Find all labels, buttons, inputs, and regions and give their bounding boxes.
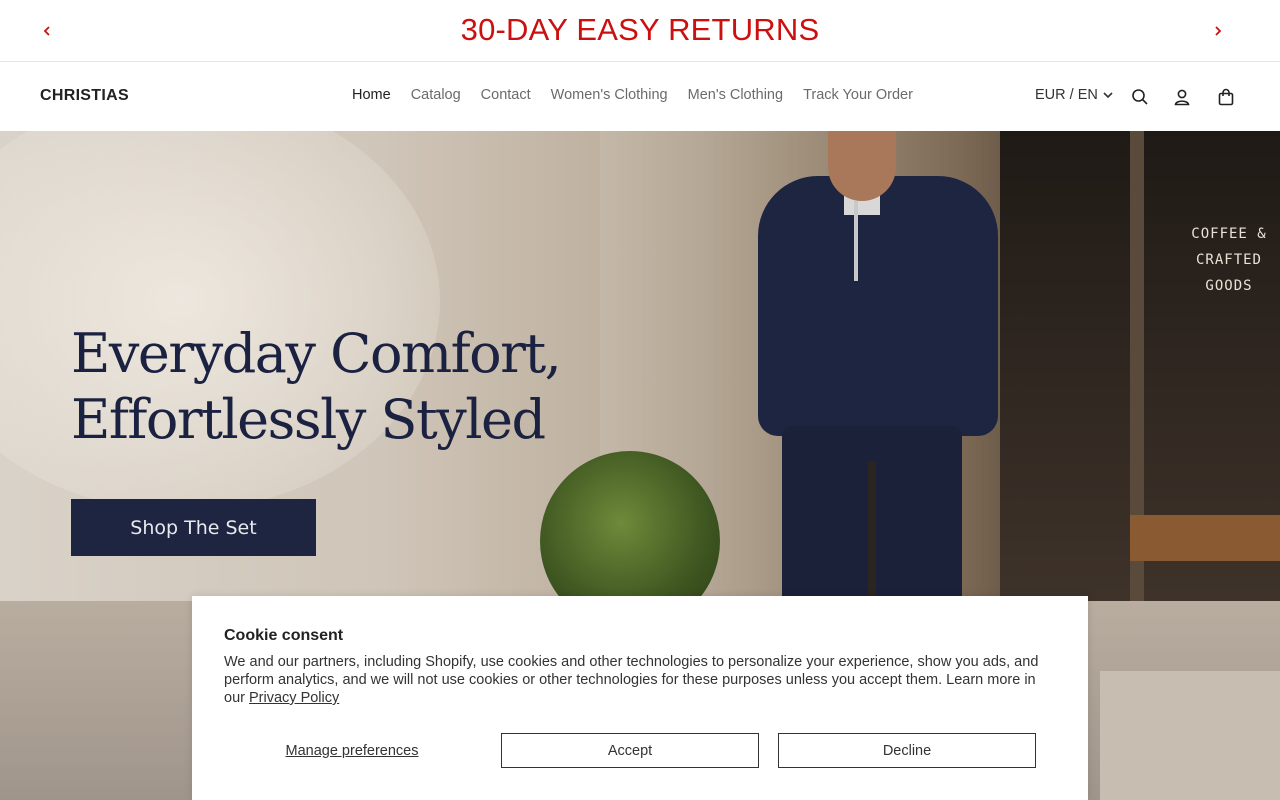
cookie-body: We and our partners, including Shopify, … (224, 653, 1058, 707)
search-icon (1132, 89, 1148, 105)
chevron-right-icon (1215, 26, 1222, 36)
chevron-down-icon (1103, 92, 1113, 99)
model-zip (854, 201, 858, 281)
cart-button[interactable] (1215, 86, 1237, 108)
hero-step (1100, 671, 1280, 800)
model-sweatshirt (758, 176, 998, 436)
window-sign-line: GOODS (1205, 278, 1253, 294)
cart-icon (1218, 88, 1234, 106)
next-announcement-button[interactable] (1207, 20, 1229, 42)
nav-catalog[interactable]: Catalog (411, 87, 461, 103)
decline-button[interactable]: Decline (778, 733, 1036, 768)
search-button[interactable] (1129, 86, 1151, 108)
account-button[interactable] (1171, 86, 1193, 108)
nav-womens-clothing[interactable]: Women's Clothing (551, 87, 668, 103)
main-nav: Home Catalog Contact Women's Clothing Me… (352, 87, 913, 103)
announcement-bar: 30-DAY EASY RETURNS (0, 0, 1280, 62)
cookie-consent-dialog: Cookie consent We and our partners, incl… (192, 596, 1088, 800)
model-head (828, 131, 896, 201)
hero-heading-line: Effortlessly Styled (71, 388, 546, 451)
cookie-body-text: We and our partners, including Shopify, … (224, 654, 1039, 706)
window-sign: COFFEE & CRAFTED GOODS (1184, 221, 1274, 299)
cookie-title: Cookie consent (224, 627, 344, 644)
nav-contact[interactable]: Contact (481, 87, 531, 103)
manage-preferences-button[interactable]: Manage preferences (224, 733, 480, 768)
accept-button[interactable]: Accept (501, 733, 759, 768)
nav-home[interactable]: Home (352, 87, 391, 103)
account-icon (1174, 89, 1190, 106)
nav-mens-clothing[interactable]: Men's Clothing (688, 87, 783, 103)
nav-track-order[interactable]: Track Your Order (803, 87, 913, 103)
hero-heading-line: Everyday Comfort, (71, 322, 562, 385)
window-sign-line: CRAFTED (1195, 252, 1262, 268)
window-sign-line: COFFEE & (1191, 226, 1267, 242)
store-logo[interactable]: CHRISTIAS (40, 87, 129, 105)
currency-language-selector[interactable]: EUR / EN (1035, 87, 1114, 103)
hero-bench (1130, 515, 1280, 561)
site-header: CHRISTIAS Home Catalog Contact Women's C… (0, 63, 1280, 131)
hero-heading: Everyday Comfort, Effortlessly Styled (71, 321, 562, 453)
announcement-text: 30-DAY EASY RETURNS (460, 12, 820, 47)
privacy-policy-link[interactable]: Privacy Policy (249, 690, 339, 706)
shop-the-set-button[interactable]: Shop The Set (71, 499, 316, 556)
locale-label: EUR / EN (1035, 87, 1098, 103)
